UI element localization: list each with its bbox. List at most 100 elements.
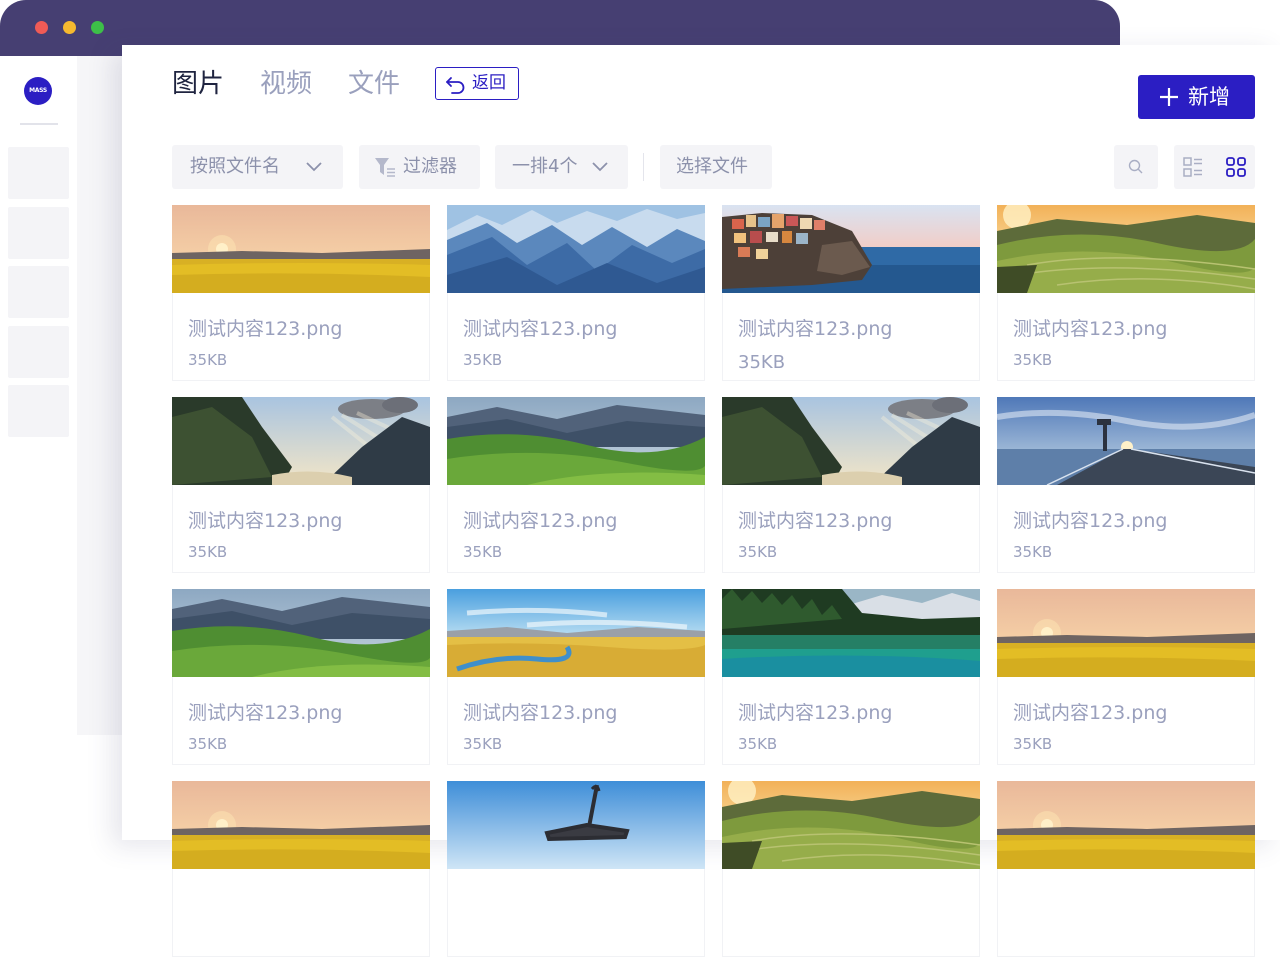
tab-files[interactable]: 文件 [348,67,400,101]
file-thumbnail[interactable] [722,781,980,869]
file-card[interactable]: 测试内容123.png 35KB [997,589,1255,765]
select-files-button[interactable]: 选择文件 [660,145,772,189]
file-name: 测试内容123.png [738,510,893,532]
back-button[interactable]: 返回 [435,67,519,100]
file-name: 测试内容123.png [188,510,343,532]
sunset-field-image [997,781,1255,869]
file-thumbnail[interactable] [997,589,1255,677]
file-thumbnail[interactable] [447,397,705,485]
file-card[interactable] [997,781,1255,957]
search-icon [1128,159,1143,174]
file-size: 35KB [1013,735,1053,753]
filter-button[interactable]: 过滤器 [359,145,480,189]
file-name: 测试内容123.png [463,702,618,724]
lake-forest-image [722,589,980,677]
minimize-window-button[interactable] [63,21,76,34]
sidebar-item-placeholder[interactable] [8,385,69,437]
sidebar-item-placeholder[interactable] [8,207,69,259]
toolbar-divider [643,153,644,181]
green-valley-image [447,397,705,485]
file-thumbnail[interactable] [722,205,980,293]
back-button-label: 返回 [472,73,506,93]
file-card[interactable]: 测试内容123.png 35KB [722,589,980,765]
file-thumbnail[interactable] [447,589,705,677]
file-thumbnail[interactable] [447,781,705,869]
file-card[interactable]: 测试内容123.png 35KB [447,397,705,573]
sort-by-name-dropdown[interactable]: 按照文件名 [172,145,343,189]
file-thumbnail[interactable] [172,589,430,677]
file-thumbnail[interactable] [172,205,430,293]
file-card[interactable]: 测试内容123.png 35KB [172,205,430,381]
file-name: 测试内容123.png [463,318,618,340]
file-card[interactable]: 测试内容123.png 35KB [722,205,980,381]
list-view-icon[interactable] [1183,157,1203,177]
file-name: 测试内容123.png [188,702,343,724]
tab-images[interactable]: 图片 [172,67,224,101]
file-name: 测试内容123.png [1013,510,1168,532]
fjord-image [172,397,430,485]
file-thumbnail[interactable] [997,397,1255,485]
fjord-image [722,397,980,485]
file-card[interactable]: 测试内容123.png 35KB [172,589,430,765]
undo-arrow-icon [446,77,465,94]
file-thumbnail[interactable] [722,397,980,485]
sidebar-item-placeholder[interactable] [8,326,69,378]
add-button-label: 新增 [1188,85,1230,109]
file-card[interactable]: 测试内容123.png 35KB [722,397,980,573]
blue-mountains-image [447,205,705,293]
file-name: 测试内容123.png [463,510,618,532]
grid-view-icon[interactable] [1226,157,1246,177]
file-thumbnail[interactable] [997,781,1255,869]
select-files-label: 选择文件 [676,156,748,177]
file-card[interactable] [172,781,430,957]
file-thumbnail[interactable] [172,781,430,869]
terraced-hills-image [997,205,1255,293]
items-per-row-label: 一排4个 [512,156,578,177]
chevron-down-icon [306,162,322,172]
file-name: 测试内容123.png [1013,702,1168,724]
cliff-village-image [722,205,980,293]
tab-videos[interactable]: 视频 [260,67,312,101]
sidebar-item-placeholder[interactable] [8,147,69,199]
file-thumbnail[interactable] [447,205,705,293]
sort-dropdown-label: 按照文件名 [190,156,280,177]
sidebar-divider [20,123,58,125]
file-thumbnail[interactable] [722,589,980,677]
sunset-field-image [997,589,1255,677]
sunset-field-image [172,205,430,293]
pier-sunset-image [997,397,1255,485]
file-name: 测试内容123.png [1013,318,1168,340]
chevron-down-icon [592,162,608,172]
file-card[interactable]: 测试内容123.png 35KB [172,397,430,573]
file-thumbnail[interactable] [997,205,1255,293]
file-card[interactable] [447,781,705,957]
file-card[interactable]: 测试内容123.png 35KB [997,205,1255,381]
file-size: 35KB [463,351,503,369]
file-size: 35KB [188,735,228,753]
file-card[interactable] [722,781,980,957]
file-size: 35KB [1013,351,1053,369]
green-valley-image [172,589,430,677]
add-new-button[interactable]: 新增 [1138,75,1255,119]
close-window-button[interactable] [35,21,48,34]
yellow-plain-image [447,589,705,677]
sidebar-item-placeholder[interactable] [8,266,69,318]
file-size: 35KB [1013,543,1053,561]
items-per-row-dropdown[interactable]: 一排4个 [495,145,628,189]
file-card[interactable]: 测试内容123.png 35KB [447,589,705,765]
maximize-window-button[interactable] [91,21,104,34]
file-name: 测试内容123.png [738,702,893,724]
file-name: 测试内容123.png [738,318,893,340]
file-size: 35KB [738,352,786,373]
file-thumbnail[interactable] [172,397,430,485]
search-button[interactable] [1114,145,1158,189]
file-size: 35KB [188,543,228,561]
filter-label: 过滤器 [403,156,457,177]
file-card[interactable]: 测试内容123.png 35KB [997,397,1255,573]
app-logo[interactable]: MASS [24,77,52,105]
file-card[interactable]: 测试内容123.png 35KB [447,205,705,381]
plus-icon [1160,88,1178,106]
file-size: 35KB [738,735,778,753]
filter-icon [375,158,395,177]
file-size: 35KB [463,543,503,561]
